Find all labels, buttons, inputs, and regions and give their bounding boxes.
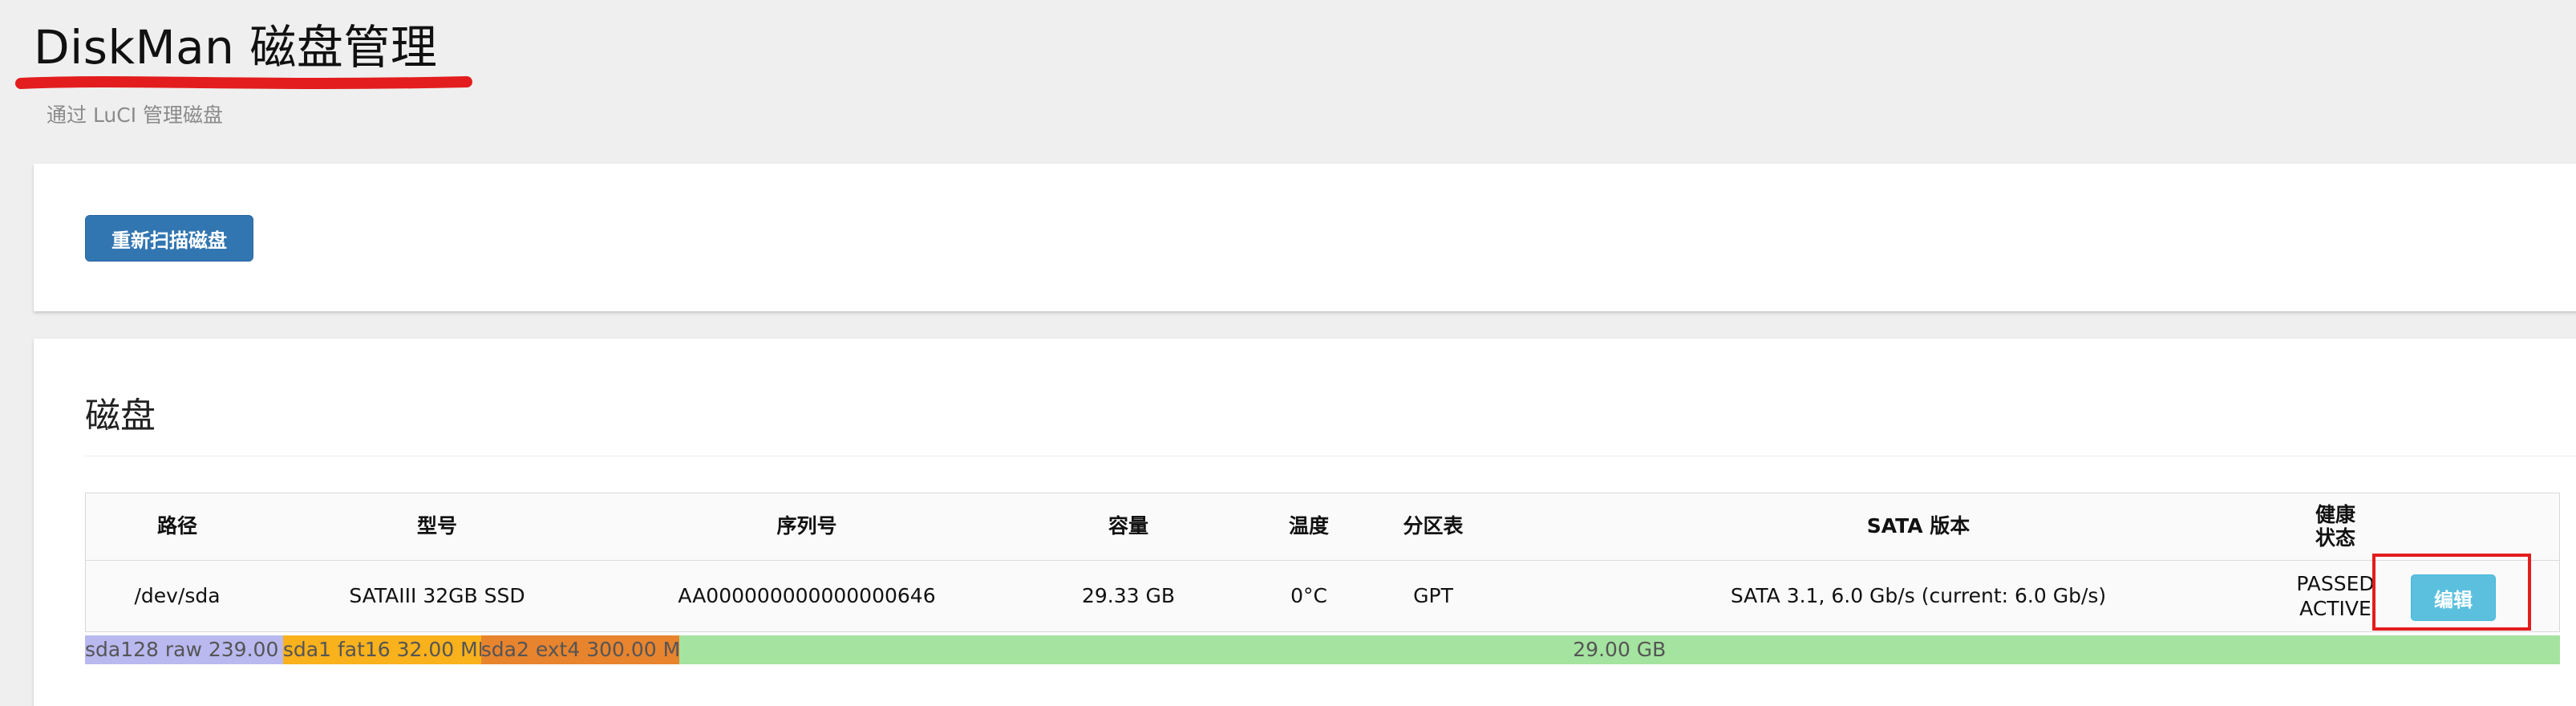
disk-size: 29.33 GB — [1081, 584, 1176, 608]
partition-segment[interactable]: sda1 fat16 32.00 MB — [282, 635, 481, 664]
disk-model: SATAIII 32GB SSD — [349, 584, 525, 608]
col-header-partition-table: 分区表 — [1403, 514, 1464, 538]
col-header-sata-version: SATA 版本 — [1866, 514, 1970, 538]
table-row: /dev/sda SATAIII 32GB SSD AA000000000000… — [86, 561, 2559, 631]
page-subtitle: 通过 LuCI 管理磁盘 — [47, 103, 224, 127]
disk-health: PASSED — [2296, 571, 2375, 595]
col-header-health-line2: 状态 — [2315, 525, 2355, 550]
partition-segment[interactable]: 29.00 GB — [678, 635, 2560, 664]
partition-bar: sda128 raw 239.00 KBsda1 fat16 32.00 MBs… — [85, 635, 2560, 664]
col-header-health: 健康 状态 — [2251, 493, 2420, 560]
disk-sata-version: SATA 3.1, 6.0 Gb/s (current: 6.0 Gb/s) — [1730, 584, 2107, 608]
disks-table: 路径 型号 序列号 容量 温度 分区表 SATA 版本 健康 状态 /dev/s… — [85, 493, 2560, 632]
partition-segment[interactable]: sda128 raw 239.00 KB — [85, 635, 283, 664]
col-header-size: 容量 — [1108, 514, 1148, 538]
title-annotation-underline — [15, 76, 472, 89]
col-header-temperature: 温度 — [1288, 514, 1329, 538]
disk-partition-table: GPT — [1413, 584, 1453, 608]
toolbar-panel: 重新扫描磁盘 — [34, 164, 2576, 311]
disk-path: /dev/sda — [134, 584, 221, 608]
edit-disk-button[interactable]: 编辑 — [2411, 574, 2496, 621]
partition-segment[interactable]: sda2 ext4 300.00 MB — [480, 635, 679, 664]
disk-status: ACTIVE — [2299, 597, 2371, 620]
disk-temperature: 0°C — [1290, 584, 1327, 608]
col-header-model: 型号 — [416, 514, 457, 538]
col-header-path: 路径 — [156, 514, 197, 538]
col-header-serial: 序列号 — [776, 514, 837, 538]
col-header-health-line1: 健康 — [2315, 502, 2355, 526]
disks-section-title: 磁盘 — [85, 396, 156, 436]
table-header-row: 路径 型号 序列号 容量 温度 分区表 SATA 版本 健康 状态 — [86, 493, 2559, 561]
disk-serial: AA000000000000000646 — [678, 584, 936, 608]
rescan-disks-button[interactable]: 重新扫描磁盘 — [85, 215, 253, 262]
